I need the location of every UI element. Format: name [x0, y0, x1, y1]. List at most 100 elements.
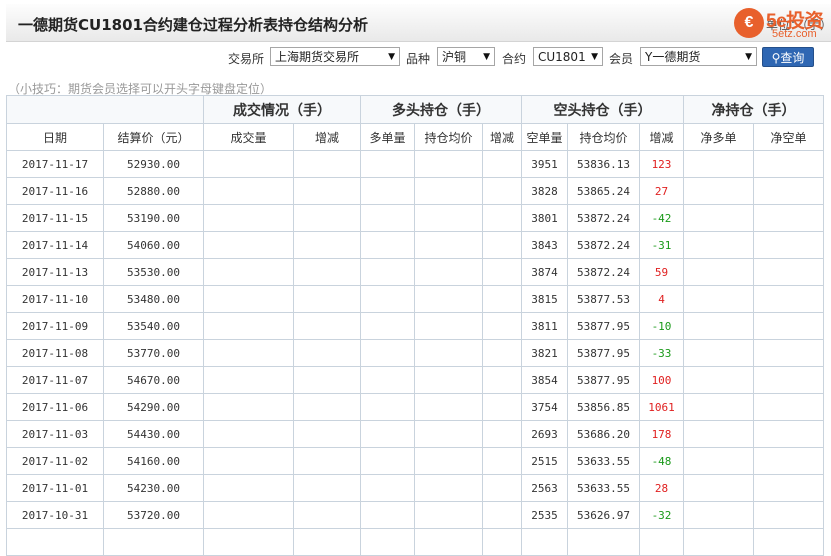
short-avg-cell: 53836.13 [567, 150, 640, 178]
short-qty-cell: 3828 [521, 177, 568, 205]
page-title: 一德期货CU1801合约建仓过程分析表持仓结构分析 [18, 16, 368, 34]
short-avg-cell: 53872.24 [567, 204, 640, 232]
net-long-cell [683, 312, 754, 340]
net-long-cell [683, 204, 754, 232]
long-change-cell [482, 474, 522, 502]
short-qty-cell: 3815 [521, 285, 568, 313]
table-row: 2017-11-14 54060.00 3843 53872.24 -31 [6, 231, 824, 259]
short-avg-cell: 53872.24 [567, 231, 640, 259]
long-avg-cell [414, 528, 483, 556]
volume-change-cell [293, 420, 361, 448]
volume-change-cell [293, 528, 361, 556]
short-change-cell: 178 [639, 420, 684, 448]
long-qty-cell [360, 501, 415, 529]
date-cell: 2017-11-14 [6, 231, 104, 259]
exchange-value: 上海期货交易所 [275, 50, 360, 64]
short-qty-cell: 3801 [521, 204, 568, 232]
long-avg-cell [414, 447, 483, 475]
short-avg-cell: 53633.55 [567, 474, 640, 502]
column-header-net-short: 净空单 [753, 123, 824, 151]
column-header-net-long: 净多单 [683, 123, 754, 151]
chevron-down-icon: ▼ [591, 52, 598, 62]
position-table: 成交情况（手） 多头持仓（手） 空头持仓（手） 净持仓（手） 日期 结算价（元）… [6, 95, 824, 556]
short-qty-cell: 3821 [521, 339, 568, 367]
date-cell: 2017-11-09 [6, 312, 104, 340]
date-cell: 2017-11-02 [6, 447, 104, 475]
settle-cell: 52930.00 [103, 150, 204, 178]
volume-cell [203, 528, 294, 556]
column-header-date: 日期 [6, 123, 104, 151]
site-logo[interactable]: € 5e投资 5etz.com [734, 6, 831, 42]
table-row: 2017-10-31 53720.00 2535 53626.97 -32 [6, 501, 824, 529]
member-value: Y一德期货 [645, 50, 701, 64]
net-long-cell [683, 474, 754, 502]
volume-cell [203, 204, 294, 232]
date-cell: 2017-11-17 [6, 150, 104, 178]
short-change-cell: 123 [639, 150, 684, 178]
member-select[interactable]: Y一德期货 ▼ [640, 47, 757, 66]
short-change-cell: -48 [639, 447, 684, 475]
volume-cell [203, 420, 294, 448]
date-cell: 2017-11-07 [6, 366, 104, 394]
settle-cell: 54290.00 [103, 393, 204, 421]
volume-cell [203, 150, 294, 178]
variety-select[interactable]: 沪铜 ▼ [437, 47, 495, 66]
short-change-cell: 4 [639, 285, 684, 313]
long-avg-cell [414, 501, 483, 529]
long-avg-cell [414, 474, 483, 502]
long-change-cell [482, 366, 522, 394]
long-avg-cell [414, 150, 483, 178]
long-avg-cell [414, 339, 483, 367]
contract-select[interactable]: CU1801 ▼ [533, 47, 603, 66]
date-cell: 2017-11-16 [6, 177, 104, 205]
volume-change-cell [293, 447, 361, 475]
column-header-long-qty: 多单量 [360, 123, 415, 151]
volume-cell [203, 366, 294, 394]
short-change-cell: -10 [639, 312, 684, 340]
settle-cell: 54230.00 [103, 474, 204, 502]
group-header-row: 成交情况（手） 多头持仓（手） 空头持仓（手） 净持仓（手） [6, 95, 824, 124]
long-change-cell [482, 528, 522, 556]
table-row: 2017-11-03 54430.00 2693 53686.20 178 [6, 420, 824, 448]
net-long-cell [683, 420, 754, 448]
variety-value: 沪铜 [442, 50, 467, 64]
net-short-cell [753, 366, 824, 394]
net-short-cell [753, 474, 824, 502]
short-change-cell: 100 [639, 366, 684, 394]
short-avg-cell: 53856.85 [567, 393, 640, 421]
net-short-cell [753, 447, 824, 475]
short-qty-cell: 3874 [521, 258, 568, 286]
long-avg-cell [414, 204, 483, 232]
table-row: 2017-11-13 53530.00 3874 53872.24 59 [6, 258, 824, 286]
short-avg-cell: 53626.97 [567, 501, 640, 529]
net-long-cell [683, 285, 754, 313]
short-avg-cell: 53865.24 [567, 177, 640, 205]
net-long-cell [683, 258, 754, 286]
net-short-cell [753, 528, 824, 556]
long-qty-cell [360, 150, 415, 178]
volume-change-cell [293, 231, 361, 259]
volume-change-cell [293, 501, 361, 529]
long-qty-cell [360, 177, 415, 205]
volume-cell [203, 447, 294, 475]
net-long-cell [683, 393, 754, 421]
column-header-short-avg: 持仓均价 [567, 123, 640, 151]
short-change-cell: 27 [639, 177, 684, 205]
exchange-select[interactable]: 上海期货交易所 ▼ [270, 47, 400, 66]
net-short-cell [753, 312, 824, 340]
query-button[interactable]: ⚲查询 [762, 47, 814, 67]
short-qty-cell: 2535 [521, 501, 568, 529]
short-avg-cell: 53877.53 [567, 285, 640, 313]
short-qty-cell: 3754 [521, 393, 568, 421]
long-change-cell [482, 258, 522, 286]
column-header-settle: 结算价（元） [103, 123, 204, 151]
column-header-long-change: 增减 [482, 123, 522, 151]
short-change-cell: -33 [639, 339, 684, 367]
table-row: 2017-11-07 54670.00 3854 53877.95 100 [6, 366, 824, 394]
short-qty-cell: 2563 [521, 474, 568, 502]
net-long-cell [683, 366, 754, 394]
net-short-cell [753, 501, 824, 529]
table-row: 2017-11-16 52880.00 3828 53865.24 27 [6, 177, 824, 205]
short-avg-cell: 53633.55 [567, 447, 640, 475]
short-change-cell: -32 [639, 501, 684, 529]
